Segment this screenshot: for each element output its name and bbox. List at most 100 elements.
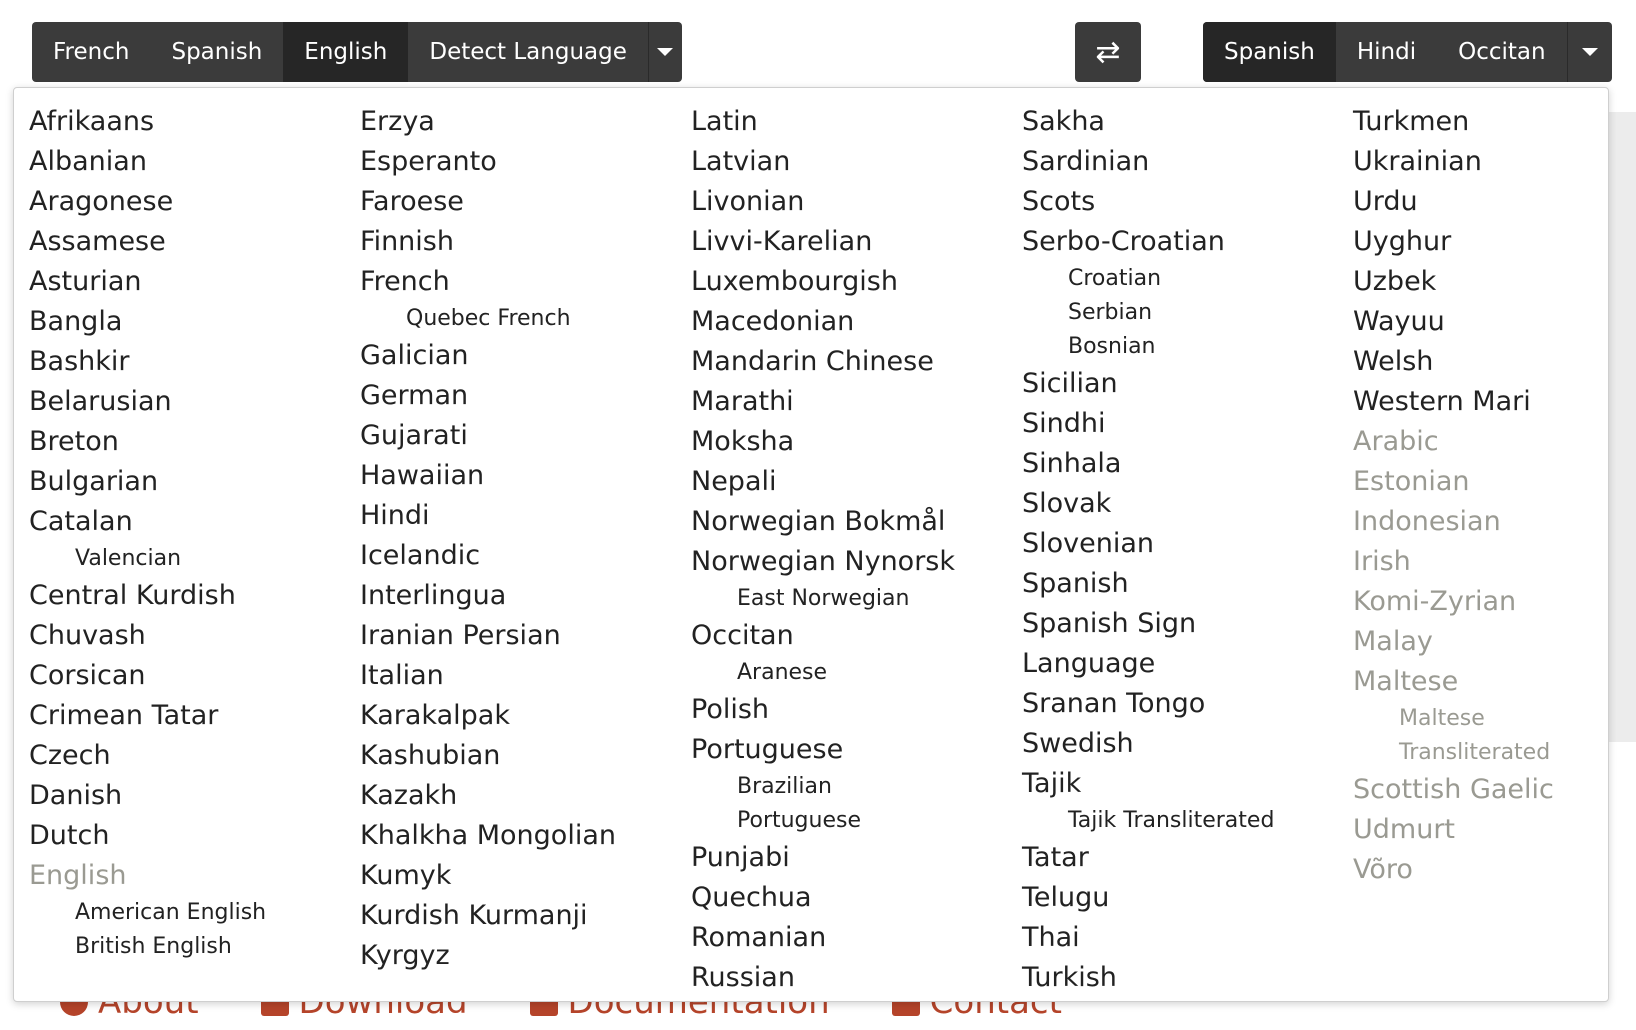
language-option-urdu[interactable]: Urdu	[1353, 182, 1554, 222]
language-variant-maltese[interactable]: Maltese	[1353, 702, 1554, 736]
source-lang-english-button[interactable]: English	[283, 22, 409, 82]
language-option-bangla[interactable]: Bangla	[29, 302, 266, 342]
language-option-estonian[interactable]: Estonian	[1353, 462, 1554, 502]
language-option-assamese[interactable]: Assamese	[29, 222, 266, 262]
language-option-english[interactable]: English	[29, 856, 266, 896]
language-option-livvi-karelian[interactable]: Livvi-Karelian	[691, 222, 955, 262]
language-option-serbo-croatian[interactable]: Serbo-Croatian	[1022, 222, 1274, 262]
language-option-welsh[interactable]: Welsh	[1353, 342, 1554, 382]
language-variant-portuguese[interactable]: Portuguese	[691, 804, 955, 838]
language-option-kashubian[interactable]: Kashubian	[360, 736, 616, 776]
language-option-indonesian[interactable]: Indonesian	[1353, 502, 1554, 542]
language-variant-valencian[interactable]: Valencian	[29, 542, 266, 576]
language-option-telugu[interactable]: Telugu	[1022, 878, 1274, 918]
language-option-thai[interactable]: Thai	[1022, 918, 1274, 958]
language-option-romanian[interactable]: Romanian	[691, 918, 955, 958]
language-option-bulgarian[interactable]: Bulgarian	[29, 462, 266, 502]
language-option-sindhi[interactable]: Sindhi	[1022, 404, 1274, 444]
language-option-uzbek[interactable]: Uzbek	[1353, 262, 1554, 302]
language-option-western-mari[interactable]: Western Mari	[1353, 382, 1554, 422]
language-option-malay[interactable]: Malay	[1353, 622, 1554, 662]
language-option-tatar[interactable]: Tatar	[1022, 838, 1274, 878]
language-variant-brazilian[interactable]: Brazilian	[691, 770, 955, 804]
language-option-bashkir[interactable]: Bashkir	[29, 342, 266, 382]
language-option-marathi[interactable]: Marathi	[691, 382, 955, 422]
language-option-komi-zyrian[interactable]: Komi-Zyrian	[1353, 582, 1554, 622]
language-option-swedish[interactable]: Swedish	[1022, 724, 1274, 764]
language-option-finnish[interactable]: Finnish	[360, 222, 616, 262]
detect-language-button[interactable]: Detect Language	[408, 22, 648, 82]
language-option-crimean-tatar[interactable]: Crimean Tatar	[29, 696, 266, 736]
language-option-latvian[interactable]: Latvian	[691, 142, 955, 182]
language-option-sardinian[interactable]: Sardinian	[1022, 142, 1274, 182]
language-option-luxembourgish[interactable]: Luxembourgish	[691, 262, 955, 302]
language-option-uyghur[interactable]: Uyghur	[1353, 222, 1554, 262]
language-option-kumyk[interactable]: Kumyk	[360, 856, 616, 896]
language-option-arabic[interactable]: Arabic	[1353, 422, 1554, 462]
language-option-hindi[interactable]: Hindi	[360, 496, 616, 536]
language-option-gujarati[interactable]: Gujarati	[360, 416, 616, 456]
language-option-sicilian[interactable]: Sicilian	[1022, 364, 1274, 404]
language-option-portuguese[interactable]: Portuguese	[691, 730, 955, 770]
language-variant-quebec-french[interactable]: Quebec French	[360, 302, 616, 336]
language-option-italian[interactable]: Italian	[360, 656, 616, 696]
language-option-polish[interactable]: Polish	[691, 690, 955, 730]
language-option-tajik[interactable]: Tajik	[1022, 764, 1274, 804]
language-option-german[interactable]: German	[360, 376, 616, 416]
language-option-karakalpak[interactable]: Karakalpak	[360, 696, 616, 736]
language-option-scots[interactable]: Scots	[1022, 182, 1274, 222]
language-option-slovak[interactable]: Slovak	[1022, 484, 1274, 524]
language-option-central-kurdish[interactable]: Central Kurdish	[29, 576, 266, 616]
language-option-moksha[interactable]: Moksha	[691, 422, 955, 462]
language-option-turkmen[interactable]: Turkmen	[1353, 102, 1554, 142]
language-option-norwegian-bokm-l[interactable]: Norwegian Bokmål	[691, 502, 955, 542]
language-option-danish[interactable]: Danish	[29, 776, 266, 816]
language-option-erzya[interactable]: Erzya	[360, 102, 616, 142]
language-option-dutch[interactable]: Dutch	[29, 816, 266, 856]
language-option-sranan-tongo[interactable]: Sranan Tongo	[1022, 684, 1274, 724]
language-option-hawaiian[interactable]: Hawaiian	[360, 456, 616, 496]
language-option-quechua[interactable]: Quechua	[691, 878, 955, 918]
language-option-albanian[interactable]: Albanian	[29, 142, 266, 182]
language-option-faroese[interactable]: Faroese	[360, 182, 616, 222]
language-option-macedonian[interactable]: Macedonian	[691, 302, 955, 342]
language-option-spanish[interactable]: Spanish	[1022, 564, 1274, 604]
source-lang-french-button[interactable]: French	[32, 22, 150, 82]
language-option-czech[interactable]: Czech	[29, 736, 266, 776]
language-variant-tajik-transliterated[interactable]: Tajik Transliterated	[1022, 804, 1274, 838]
language-option-livonian[interactable]: Livonian	[691, 182, 955, 222]
language-option-sinhala[interactable]: Sinhala	[1022, 444, 1274, 484]
language-variant-aranese[interactable]: Aranese	[691, 656, 955, 690]
target-lang-spanish-button[interactable]: Spanish	[1203, 22, 1336, 82]
language-option-kyrgyz[interactable]: Kyrgyz	[360, 936, 616, 976]
swap-languages-button[interactable]: ⇄	[1075, 22, 1141, 82]
language-variant-transliterated[interactable]: Transliterated	[1353, 736, 1554, 770]
language-option-galician[interactable]: Galician	[360, 336, 616, 376]
language-option-sakha[interactable]: Sakha	[1022, 102, 1274, 142]
language-option-spanish-sign[interactable]: Spanish Sign	[1022, 604, 1274, 644]
language-option-udmurt[interactable]: Udmurt	[1353, 810, 1554, 850]
source-lang-dropdown-button[interactable]	[647, 22, 682, 82]
language-option-scottish-gaelic[interactable]: Scottish Gaelic	[1353, 770, 1554, 810]
language-variant-american-english[interactable]: American English	[29, 896, 266, 930]
language-option-interlingua[interactable]: Interlingua	[360, 576, 616, 616]
language-option-kazakh[interactable]: Kazakh	[360, 776, 616, 816]
language-option-icelandic[interactable]: Icelandic	[360, 536, 616, 576]
source-lang-spanish-button[interactable]: Spanish	[150, 22, 283, 82]
language-option-iranian-persian[interactable]: Iranian Persian	[360, 616, 616, 656]
language-option-slovenian[interactable]: Slovenian	[1022, 524, 1274, 564]
language-option-nepali[interactable]: Nepali	[691, 462, 955, 502]
language-option-turkish[interactable]: Turkish	[1022, 958, 1274, 998]
language-option-chuvash[interactable]: Chuvash	[29, 616, 266, 656]
language-option-breton[interactable]: Breton	[29, 422, 266, 462]
language-option-afrikaans[interactable]: Afrikaans	[29, 102, 266, 142]
language-option-russian[interactable]: Russian	[691, 958, 955, 998]
language-option-esperanto[interactable]: Esperanto	[360, 142, 616, 182]
language-option-occitan[interactable]: Occitan	[691, 616, 955, 656]
language-option-corsican[interactable]: Corsican	[29, 656, 266, 696]
target-lang-dropdown-button[interactable]	[1566, 22, 1612, 82]
language-variant-east-norwegian[interactable]: East Norwegian	[691, 582, 955, 616]
target-lang-occitan-button[interactable]: Occitan	[1437, 22, 1566, 82]
language-option-maltese[interactable]: Maltese	[1353, 662, 1554, 702]
language-option-catalan[interactable]: Catalan	[29, 502, 266, 542]
